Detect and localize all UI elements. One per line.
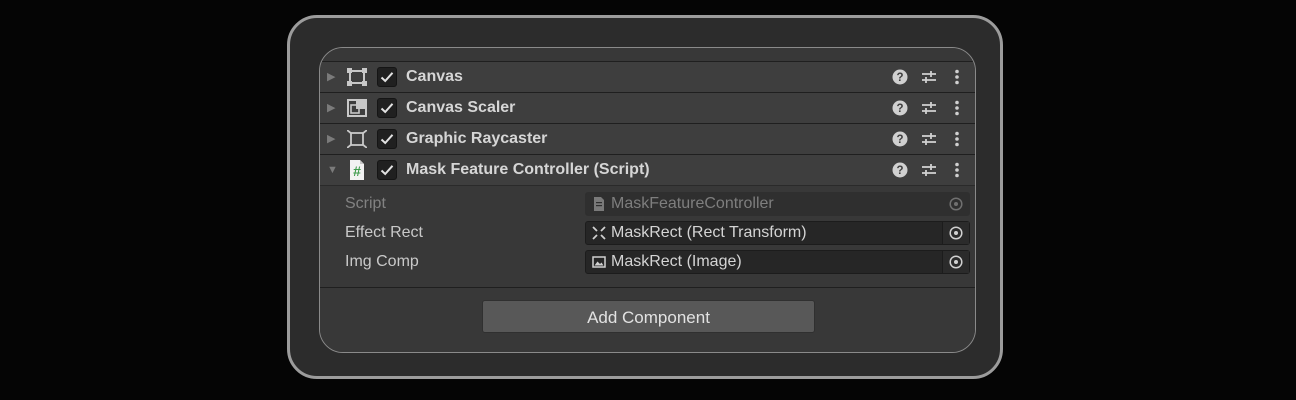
property-row-script: Script MaskFeatureController [320,191,975,217]
foldout-collapsed-icon[interactable]: ▶ [327,70,339,84]
component-header-canvas-scaler[interactable]: ▶ Canvas Scaler ? [320,92,975,123]
canvas-icon [347,68,367,86]
svg-text:?: ? [896,72,903,84]
foldout-collapsed-icon[interactable]: ▶ [327,132,339,146]
more-menu-icon[interactable] [948,161,966,179]
component-title: Mask Feature Controller (Script) [406,161,650,178]
component-header-mask-feature-controller[interactable]: ▼ # Mask Feature Controller (Script) ? [320,154,975,185]
property-row-img-comp: Img Comp MaskRect (Image) [320,249,975,275]
help-icon[interactable]: ? [891,68,909,86]
component-header-canvas[interactable]: ▶ Canvas ? [320,61,975,92]
help-icon[interactable]: ? [891,99,909,117]
add-component-area: Add Component [320,288,975,352]
enable-checkbox[interactable] [377,67,397,87]
add-component-button[interactable]: Add Component [482,300,815,333]
field-value: MaskRect (Rect Transform) [611,224,807,241]
component-title: Canvas Scaler [406,99,516,116]
field-value: MaskRect (Image) [611,253,742,270]
rect-transform-icon [592,226,606,240]
help-icon[interactable]: ? [891,161,909,179]
csharp-script-icon: # [347,160,367,180]
property-label: Effect Rect [345,224,423,241]
script-properties: Script MaskFeatureController Effect Rect… [320,185,975,288]
script-asset-icon [592,197,606,211]
preset-sliders-icon[interactable] [920,130,938,148]
svg-text:?: ? [896,103,903,115]
property-label: Img Comp [345,253,419,270]
enable-checkbox[interactable] [377,129,397,149]
svg-text:?: ? [896,134,903,146]
enable-checkbox[interactable] [377,98,397,118]
preset-sliders-icon[interactable] [920,68,938,86]
component-header-graphic-raycaster[interactable]: ▶ Graphic Raycaster ? [320,123,975,154]
more-menu-icon[interactable] [948,68,966,86]
preset-sliders-icon[interactable] [920,161,938,179]
help-icon[interactable]: ? [891,130,909,148]
object-picker-icon[interactable] [942,251,969,273]
more-menu-icon[interactable] [948,130,966,148]
inspector-panel: ▶ Canvas ? ▶ Canvas Scaler ? ▶ Graphic R… [319,47,976,353]
component-title: Graphic Raycaster [406,130,548,147]
effect-rect-object-field[interactable]: MaskRect (Rect Transform) [585,221,970,245]
script-object-field: MaskFeatureController [585,192,970,216]
field-value: MaskFeatureController [611,195,774,212]
more-menu-icon[interactable] [948,99,966,117]
svg-text:#: # [353,163,361,179]
foldout-expanded-icon[interactable]: ▼ [327,163,339,177]
property-row-effect-rect: Effect Rect MaskRect (Rect Transform) [320,220,975,246]
graphic-raycaster-icon [346,129,368,149]
svg-text:?: ? [896,165,903,177]
foldout-collapsed-icon[interactable]: ▶ [327,101,339,115]
img-comp-object-field[interactable]: MaskRect (Image) [585,250,970,274]
canvas-scaler-icon [347,99,367,117]
component-title: Canvas [406,68,463,85]
property-label: Script [345,195,386,212]
enable-checkbox[interactable] [377,160,397,180]
preset-sliders-icon[interactable] [920,99,938,117]
object-picker-icon[interactable] [942,222,969,244]
object-picker-icon [942,193,969,215]
image-icon [592,255,606,269]
